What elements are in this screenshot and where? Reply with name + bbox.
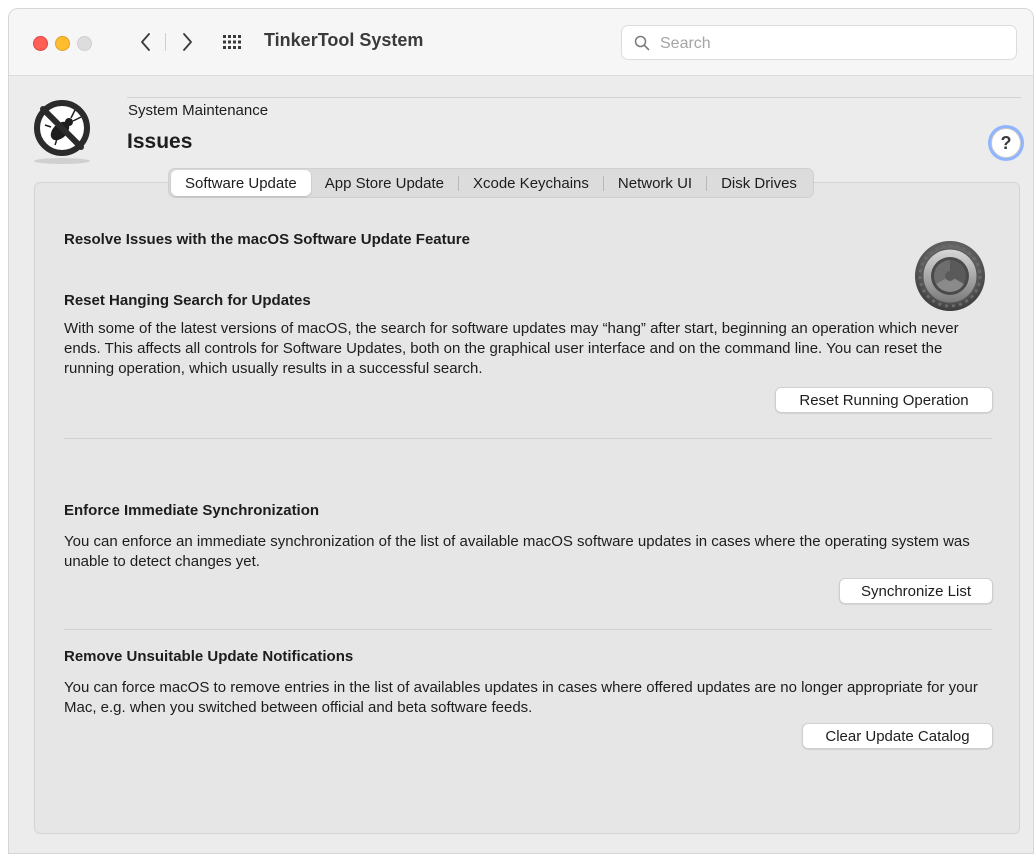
zoom-window-button[interactable]: [77, 36, 92, 51]
chevron-left-icon: [140, 33, 150, 51]
section-description: You can enforce an immediate synchroniza…: [64, 533, 970, 570]
search-icon: [634, 35, 650, 51]
forward-button[interactable]: [175, 29, 199, 55]
tab-disk-drives[interactable]: Disk Drives: [707, 170, 811, 196]
tab-app-store-update[interactable]: App Store Update: [311, 170, 458, 196]
search-input[interactable]: [658, 32, 1002, 56]
window-title: TinkerTool System: [264, 30, 424, 50]
grid-icon[interactable]: [223, 34, 241, 50]
app-window: TinkerTool System System Maintenance Iss…: [8, 8, 1034, 854]
synchronize-list-button[interactable]: Synchronize List: [839, 578, 993, 604]
tab-bar: Software Update App Store Update Xcode K…: [168, 168, 814, 198]
no-bug-icon: [34, 100, 90, 164]
tab-network-ui[interactable]: Network UI: [604, 170, 706, 196]
section-divider: [64, 629, 992, 630]
chevron-right-icon: [182, 33, 192, 51]
header-separator: [127, 97, 1021, 98]
search-field[interactable]: [621, 25, 1017, 60]
tab-software-update[interactable]: Software Update: [171, 170, 311, 196]
gear-icon: [915, 241, 985, 311]
minimize-window-button[interactable]: [55, 36, 70, 51]
nav-separator: [165, 33, 166, 51]
breadcrumb: System Maintenance: [128, 102, 269, 119]
title-bar: TinkerTool System: [9, 9, 1033, 76]
page-title: Issues: [127, 130, 193, 153]
back-button[interactable]: [133, 29, 157, 55]
section-description: With some of the latest versions of macO…: [64, 320, 959, 377]
section-divider: [64, 438, 992, 439]
section-heading: Enforce Immediate Synchronization: [64, 502, 320, 519]
section-heading: Remove Unsuitable Update Notifications: [64, 648, 354, 665]
help-button[interactable]: ?: [991, 128, 1021, 158]
help-icon: ?: [1000, 132, 1012, 153]
section-description: You can force macOS to remove entries in…: [64, 679, 978, 716]
main-heading: Resolve Issues with the macOS Software U…: [64, 231, 470, 248]
tab-xcode-keychains[interactable]: Xcode Keychains: [459, 170, 603, 196]
close-window-button[interactable]: [33, 36, 48, 51]
reset-running-operation-button[interactable]: Reset Running Operation: [775, 387, 993, 413]
clear-update-catalog-button[interactable]: Clear Update Catalog: [802, 723, 993, 749]
section-heading: Reset Hanging Search for Updates: [64, 292, 311, 309]
